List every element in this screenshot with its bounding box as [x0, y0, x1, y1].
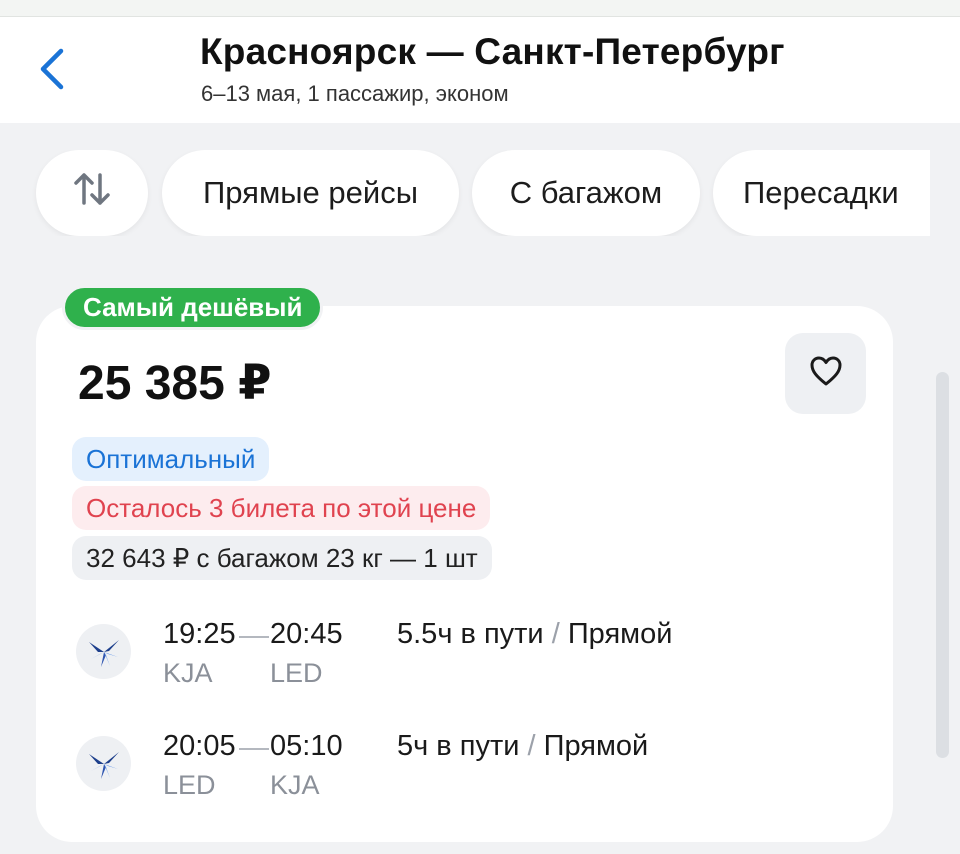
time-divider	[239, 748, 269, 750]
departure-airport: KJA	[163, 658, 213, 688]
duration-text: 5.5ч в пути	[397, 618, 544, 650]
filter-chip-baggage[interactable]: С багажом	[472, 150, 700, 236]
tickets-left-tag: Осталось 3 билета по этой цене	[72, 486, 491, 530]
departure-time: 20:05	[163, 730, 236, 762]
page-subtitle: 6–13 мая, 1 пассажир, эконом	[201, 81, 509, 106]
scrollbar[interactable]	[936, 372, 949, 758]
sort-button[interactable]	[36, 150, 148, 236]
departure-time: 19:25	[163, 618, 236, 650]
departure-airport: LED	[163, 770, 216, 800]
filter-chips: Прямые рейсы С багажом Пересадки	[0, 150, 930, 236]
chevron-left-icon	[37, 47, 67, 96]
arrival-airport: LED	[270, 658, 323, 688]
arrival-time: 05:10	[270, 730, 343, 762]
time-divider	[239, 636, 269, 638]
airline-logo-icon	[76, 736, 131, 791]
flight-segment: 19:25 20:45 KJA LED 5.5ч в пути / Прямой	[0, 612, 960, 702]
flight-duration: 5ч в пути / Прямой	[397, 730, 648, 763]
filter-chip-transfers[interactable]: Пересадки	[713, 150, 930, 236]
offer-price: 25 385 ₽	[78, 357, 272, 410]
cheapest-badge: Самый дешёвый	[62, 285, 324, 330]
duration-text: 5ч в пути	[397, 730, 520, 762]
flight-type: Прямой	[543, 730, 649, 762]
back-button[interactable]	[26, 45, 78, 97]
flight-segment: 20:05 05:10 LED KJA 5ч в пути / Прямой	[0, 724, 960, 814]
airline-logo-icon	[76, 624, 131, 679]
duration-separator: /	[527, 730, 536, 762]
flight-duration: 5.5ч в пути / Прямой	[397, 618, 672, 651]
filter-chip-direct[interactable]: Прямые рейсы	[162, 150, 459, 236]
header: Красноярск — Санкт-Петербург 6–13 мая, 1…	[0, 17, 960, 123]
duration-separator: /	[551, 618, 560, 650]
page-title: Красноярск — Санкт-Петербург	[200, 31, 785, 72]
flight-type: Прямой	[567, 618, 673, 650]
heart-icon	[809, 355, 843, 392]
arrival-airport: KJA	[270, 770, 320, 800]
arrival-time: 20:45	[270, 618, 343, 650]
baggage-price-tag: 32 643 ₽ с багажом 23 кг — 1 шт	[72, 536, 492, 580]
optimal-tag: Оптимальный	[72, 437, 270, 481]
sort-arrows-icon	[72, 169, 112, 217]
favorite-button[interactable]	[785, 333, 866, 414]
status-strip	[0, 0, 960, 17]
